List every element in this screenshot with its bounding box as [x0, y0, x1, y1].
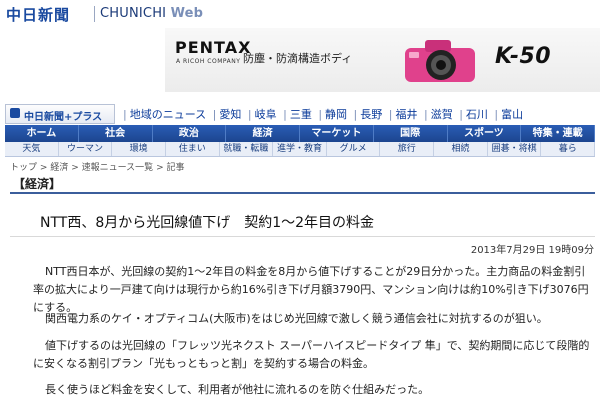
chunichi-web-logo[interactable]: CHUNICHI Web	[100, 6, 203, 21]
subnav-housing[interactable]: 住まい	[166, 142, 220, 156]
article-divider	[10, 236, 595, 237]
nav-economy[interactable]: 経済	[226, 125, 300, 142]
region-link-nagano[interactable]: 長野	[360, 108, 382, 121]
subnav-inheritance[interactable]: 相続	[434, 142, 488, 156]
breadcrumb-economy[interactable]: 経済	[50, 163, 68, 173]
section-header: 【経済】	[10, 174, 595, 194]
breadcrumb: トップ > 経済 > 速報ニュース一覧 > 記事	[10, 163, 185, 173]
region-link-toyama[interactable]: 富山	[501, 108, 523, 121]
subnav-living[interactable]: 暮ら	[541, 142, 596, 156]
ad-brand: PENTAX	[175, 38, 252, 57]
nav-politics[interactable]: 政治	[153, 125, 227, 142]
subnav-education[interactable]: 進学・教育	[273, 142, 327, 156]
logo-divider	[94, 6, 95, 22]
subnav-gourmet[interactable]: グルメ	[327, 142, 381, 156]
article-paragraph: 値下げするのは光回線の「フレッツ光ネクスト スーパーハイスピードタイプ 隼」で、…	[33, 339, 590, 370]
region-link-ishikawa[interactable]: 石川	[466, 108, 488, 121]
logo-en-text: CHUNICHI	[100, 6, 167, 21]
chunichi-plus-logo[interactable]: 中日新聞+プラス	[5, 104, 115, 124]
article-title: NTT西、8月から光回線値下げ 契約1～2年目の料金	[40, 215, 375, 231]
region-link-shizuoka[interactable]: 静岡	[325, 108, 347, 121]
nav-sports[interactable]: スポーツ	[448, 125, 522, 142]
nav-international[interactable]: 国際	[374, 125, 448, 142]
ad-banner[interactable]: PENTAX A RICOH COMPANY 防塵・防滴構造ボディ K-50	[165, 28, 600, 92]
logo-web-text: Web	[170, 6, 204, 21]
subnav-go-shogi[interactable]: 囲碁・将棋	[488, 142, 542, 156]
region-link-gifu[interactable]: 岐阜	[255, 108, 277, 121]
subnav-travel[interactable]: 旅行	[380, 142, 435, 156]
subnav-jobs[interactable]: 就職・転職	[220, 142, 274, 156]
article-paragraph: 関西電力系のケイ・オプティコム(大阪市)をはじめ光回線で激しく競う通信会社に対抗…	[45, 312, 548, 325]
article-paragraph: 長く使うほど料金を安くして、利用者が他社に流れるのを防ぐ仕組みだった。	[45, 383, 430, 396]
region-link-news[interactable]: 地域のニュース	[130, 108, 206, 121]
article-paragraph: NTT西日本が、光回線の契約1～2年目の料金を8月から値下げすることが29日分か…	[33, 265, 589, 314]
subnav-woman[interactable]: ウーマン	[59, 142, 113, 156]
ad-subbrand: A RICOH COMPANY	[176, 58, 241, 65]
chunichi-logo[interactable]: 中日新聞	[6, 4, 70, 25]
ad-model: K-50	[495, 44, 552, 69]
subnav-environment[interactable]: 環境	[112, 142, 166, 156]
plus-icon	[10, 108, 20, 118]
region-bar: 中日新聞+プラス | 地域のニュース | 愛知 | 岐阜 | 三重 | 静岡 | 長野 | 福…	[5, 104, 595, 124]
region-links: | 地域のニュース | 愛知 | 岐阜 | 三重 | 静岡 | 長野 | 福井 | 滋賀 | 石川…	[123, 108, 524, 121]
section-title: 【経済】	[13, 177, 62, 191]
site-header: 中日新聞 CHUNICHI Web	[0, 0, 600, 28]
region-link-aichi[interactable]: 愛知	[219, 108, 241, 121]
region-link-shiga[interactable]: 滋賀	[431, 108, 453, 121]
main-nav: ホーム 社会 政治 経済 マーケット 国際 スポーツ 特集・連載	[5, 125, 595, 142]
breadcrumb-home[interactable]: トップ	[10, 163, 37, 173]
nav-market[interactable]: マーケット	[300, 125, 374, 142]
sub-nav: 天気 ウーマン 環境 住まい 就職・転職 進学・教育 グルメ 旅行 相続 囲碁・…	[5, 142, 596, 157]
breadcrumb-current: 記事	[166, 163, 185, 173]
breadcrumb-news-list[interactable]: 速報ニュース一覧	[82, 163, 154, 173]
nav-society[interactable]: 社会	[79, 125, 153, 142]
article-date: 2013年7月29日 19時09分	[470, 245, 594, 256]
nav-features[interactable]: 特集・連載	[521, 125, 595, 142]
camera-icon	[405, 40, 475, 82]
ad-copy: 防塵・防滴構造ボディ	[243, 52, 353, 65]
plus-logo-text: 中日新聞+プラス	[24, 112, 103, 123]
region-link-mie[interactable]: 三重	[290, 108, 312, 121]
region-link-fukui[interactable]: 福井	[395, 108, 417, 121]
nav-home[interactable]: ホーム	[5, 125, 79, 142]
subnav-weather[interactable]: 天気	[5, 142, 59, 156]
